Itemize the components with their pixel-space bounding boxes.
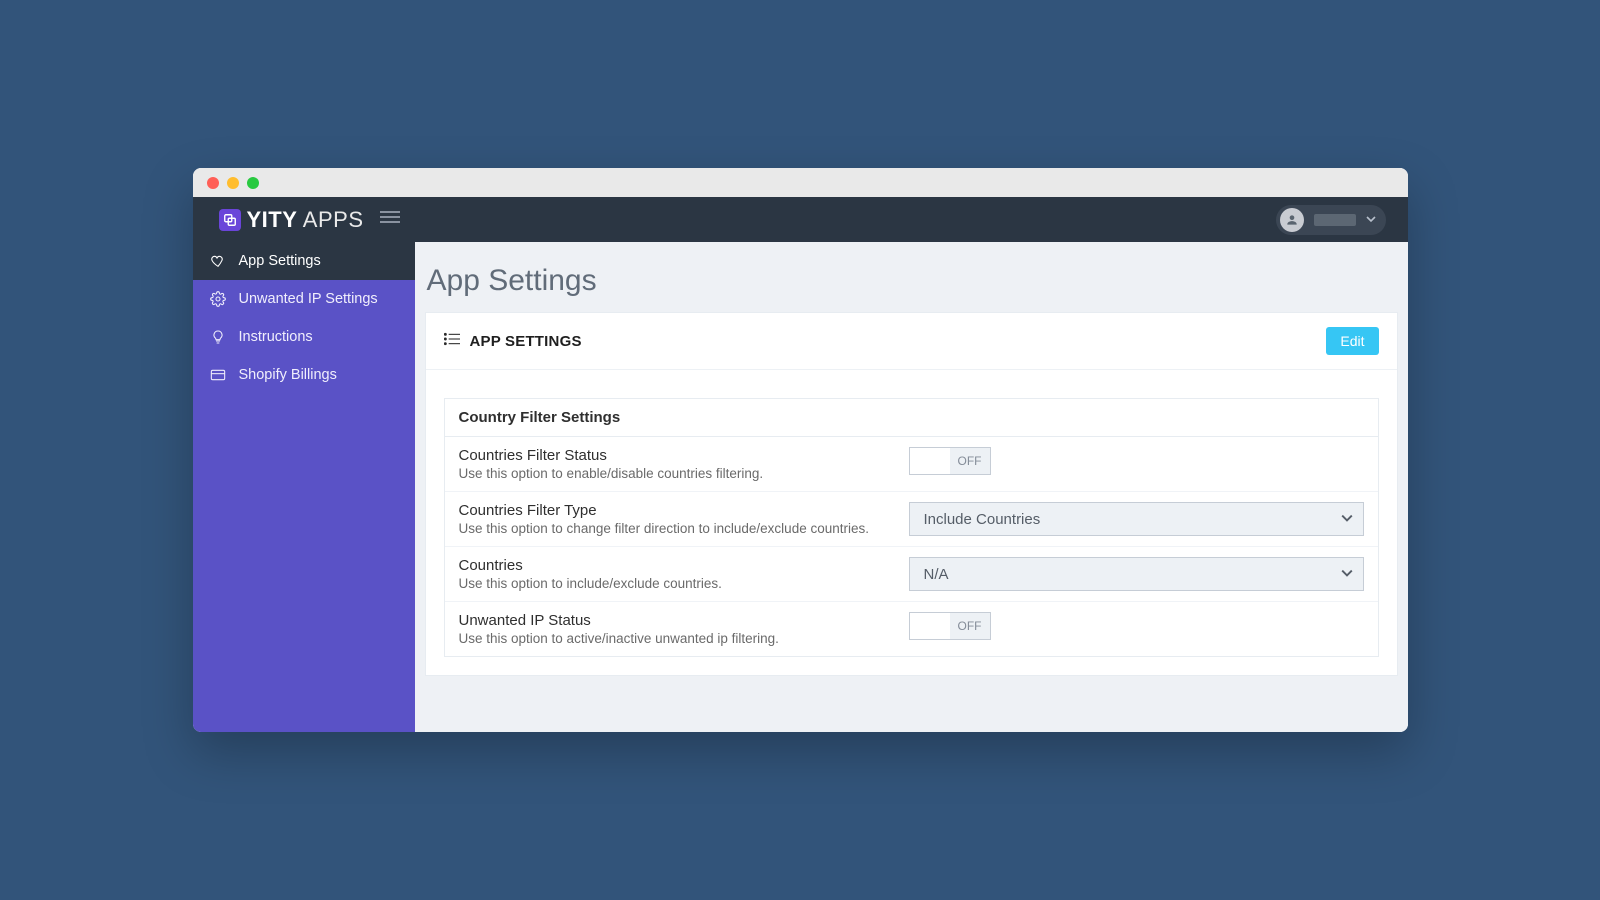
row-label: Countries <box>459 557 889 574</box>
row-help: Use this option to include/exclude count… <box>459 576 889 591</box>
chevron-down-icon <box>1341 566 1353 583</box>
row-label: Countries Filter Status <box>459 447 889 464</box>
toggle-value: OFF <box>950 613 990 639</box>
app-body: App Settings Unwanted IP Settings Instru… <box>193 242 1408 732</box>
brand-text: YITY APPS <box>247 207 364 233</box>
sidebar-item-label: Shopify Billings <box>239 367 337 383</box>
sidebar-item-app-settings[interactable]: App Settings <box>193 242 415 280</box>
sidebar: App Settings Unwanted IP Settings Instru… <box>193 242 415 732</box>
chevron-down-icon <box>1366 211 1376 229</box>
user-menu[interactable] <box>1276 205 1386 235</box>
app-window: YITY APPS App Settings <box>193 168 1408 732</box>
sidebar-item-instructions[interactable]: Instructions <box>193 318 415 356</box>
main-content: App Settings APP SETTINGS Edit Country F… <box>415 242 1408 732</box>
sidebar-item-label: App Settings <box>239 253 321 269</box>
panel-header: APP SETTINGS Edit <box>426 313 1397 370</box>
avatar-icon <box>1280 208 1304 232</box>
section-title: Country Filter Settings <box>445 399 1378 437</box>
brand: YITY APPS <box>219 207 364 233</box>
countries-filter-status-toggle[interactable]: OFF <box>909 447 991 475</box>
heart-icon <box>209 253 227 269</box>
edit-button[interactable]: Edit <box>1326 327 1378 355</box>
row-help: Use this option to change filter directi… <box>459 521 889 536</box>
list-icon <box>444 332 460 351</box>
window-maximize-icon[interactable] <box>247 177 259 189</box>
top-navbar: YITY APPS <box>193 197 1408 242</box>
sidebar-item-shopify-billings[interactable]: Shopify Billings <box>193 356 415 394</box>
countries-select[interactable]: N/A <box>909 557 1364 591</box>
window-close-icon[interactable] <box>207 177 219 189</box>
page-title: App Settings <box>427 264 1398 298</box>
row-label: Unwanted IP Status <box>459 612 889 629</box>
bulb-icon <box>209 329 227 345</box>
sidebar-item-unwanted-ip[interactable]: Unwanted IP Settings <box>193 280 415 318</box>
card-icon <box>209 367 227 383</box>
chevron-down-icon <box>1341 511 1353 528</box>
select-value: Include Countries <box>924 511 1041 528</box>
gear-icon <box>209 291 227 307</box>
panel-body: Country Filter Settings Countries Filter… <box>426 370 1397 675</box>
sidebar-item-label: Unwanted IP Settings <box>239 291 378 307</box>
panel-caption: APP SETTINGS <box>470 333 582 350</box>
unwanted-ip-status-toggle[interactable]: OFF <box>909 612 991 640</box>
toggle-value: OFF <box>950 448 990 474</box>
user-name-placeholder <box>1314 214 1356 226</box>
window-titlebar <box>193 168 1408 197</box>
row-countries: Countries Use this option to include/exc… <box>445 547 1378 602</box>
sidebar-item-label: Instructions <box>239 329 313 345</box>
select-value: N/A <box>924 566 949 583</box>
sidebar-toggle-button[interactable] <box>380 210 400 229</box>
row-countries-filter-type: Countries Filter Type Use this option to… <box>445 492 1378 547</box>
country-filter-section: Country Filter Settings Countries Filter… <box>444 398 1379 657</box>
settings-panel: APP SETTINGS Edit Country Filter Setting… <box>425 312 1398 676</box>
row-countries-filter-status: Countries Filter Status Use this option … <box>445 437 1378 492</box>
countries-filter-type-select[interactable]: Include Countries <box>909 502 1364 536</box>
row-help: Use this option to enable/disable countr… <box>459 466 889 481</box>
window-minimize-icon[interactable] <box>227 177 239 189</box>
row-label: Countries Filter Type <box>459 502 889 519</box>
brand-logo-icon <box>219 209 241 231</box>
row-unwanted-ip-status: Unwanted IP Status Use this option to ac… <box>445 602 1378 656</box>
row-help: Use this option to active/inactive unwan… <box>459 631 889 646</box>
